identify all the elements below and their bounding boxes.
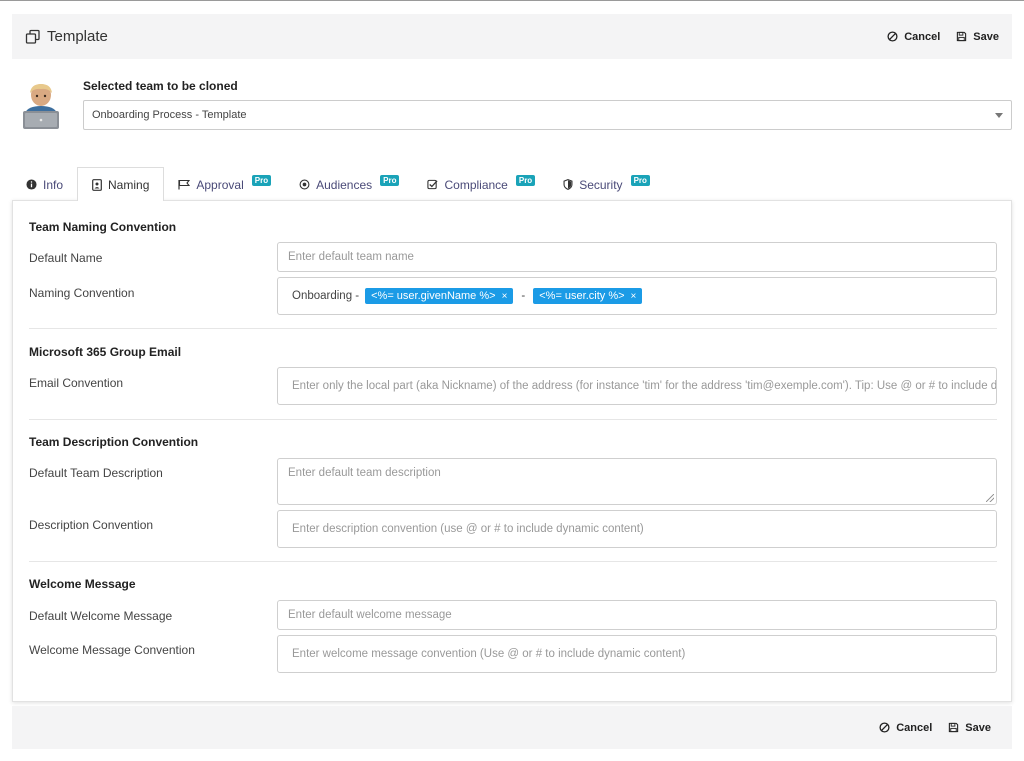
footer-cancel-label: Cancel bbox=[896, 721, 933, 734]
checkbox-icon bbox=[427, 179, 439, 190]
email-convention-label: Email Convention bbox=[29, 376, 124, 390]
convention-prefix: Onboarding - bbox=[292, 290, 360, 302]
default-welcome-label: Default Welcome Message bbox=[29, 609, 173, 623]
tab-audiences[interactable]: Audiences Pro bbox=[285, 168, 413, 201]
section-divider bbox=[29, 328, 997, 329]
section-title-description: Team Description Convention bbox=[29, 435, 199, 449]
team-selector-row: Selected team to be cloned Onboarding Pr… bbox=[20, 78, 1012, 130]
page-title: Template bbox=[47, 28, 108, 45]
section-divider bbox=[29, 419, 997, 420]
save-label: Save bbox=[973, 30, 999, 43]
remove-token-icon[interactable]: × bbox=[631, 291, 637, 302]
tab-approval-label: Approval bbox=[196, 177, 244, 192]
footer-actions: Cancel Save bbox=[879, 722, 991, 734]
chevron-down-icon bbox=[995, 112, 1003, 118]
tab-audiences-label: Audiences bbox=[316, 177, 373, 192]
section-title-email: Microsoft 365 Group Email bbox=[29, 345, 182, 359]
team-select-value: Onboarding Process - Template bbox=[92, 109, 247, 121]
target-icon bbox=[299, 179, 310, 190]
save-icon bbox=[956, 31, 967, 42]
tab-security[interactable]: Security Pro bbox=[549, 168, 664, 201]
header-actions: Cancel Save bbox=[887, 31, 999, 43]
footer-save-button[interactable]: Save bbox=[948, 722, 991, 734]
email-convention-placeholder: Enter only the local part (aka Nickname)… bbox=[292, 380, 997, 392]
welcome-convention-placeholder: Enter welcome message convention (Use @ … bbox=[292, 648, 686, 660]
section-title-welcome: Welcome Message bbox=[29, 577, 136, 591]
default-description-label: Default Team Description bbox=[29, 466, 163, 480]
tab-naming[interactable]: Naming bbox=[77, 167, 165, 201]
flag-icon bbox=[178, 179, 191, 190]
description-convention-label: Description Convention bbox=[29, 518, 154, 532]
footer-save-label: Save bbox=[965, 721, 991, 734]
section-divider bbox=[29, 561, 997, 562]
remove-token-icon[interactable]: × bbox=[502, 291, 508, 302]
naming-panel: Team Naming Convention Default Name Ente… bbox=[12, 200, 1012, 702]
tab-security-label: Security bbox=[579, 177, 623, 192]
tab-info-label: Info bbox=[43, 177, 64, 192]
id-badge-icon bbox=[92, 178, 102, 191]
page-footer: Cancel Save bbox=[12, 706, 1012, 749]
save-button[interactable]: Save bbox=[956, 31, 999, 43]
info-circle-icon bbox=[26, 179, 37, 190]
naming-convention-input[interactable]: Onboarding - <%= user.givenName %> × - <… bbox=[277, 277, 997, 315]
token-chip-given-name: <%= user.givenName %> × bbox=[365, 288, 514, 304]
default-description-placeholder: Enter default team description bbox=[288, 467, 441, 479]
shield-icon bbox=[563, 179, 573, 190]
cancel-label: Cancel bbox=[904, 30, 941, 43]
pro-badge: Pro bbox=[251, 175, 272, 186]
cancel-icon bbox=[879, 722, 890, 733]
description-convention-placeholder: Enter description convention (use @ or #… bbox=[292, 523, 644, 535]
tab-naming-label: Naming bbox=[108, 177, 150, 192]
tab-approval[interactable]: Approval Pro bbox=[164, 168, 285, 201]
default-name-input[interactable]: Enter default team name bbox=[277, 242, 997, 272]
tab-compliance-label: Compliance bbox=[444, 177, 508, 192]
page-title-group: Template bbox=[25, 28, 108, 45]
tab-compliance[interactable]: Compliance Pro bbox=[413, 168, 549, 201]
pro-badge: Pro bbox=[630, 175, 650, 186]
welcome-convention-input[interactable]: Enter welcome message convention (Use @ … bbox=[277, 635, 997, 673]
section-title-naming: Team Naming Convention bbox=[29, 220, 177, 234]
tab-info[interactable]: Info bbox=[12, 168, 77, 201]
team-select-label: Selected team to be cloned bbox=[83, 79, 238, 93]
footer-cancel-button[interactable]: Cancel bbox=[879, 722, 932, 734]
email-convention-input[interactable]: Enter only the local part (aka Nickname)… bbox=[277, 367, 997, 405]
resize-handle-icon[interactable] bbox=[986, 494, 994, 502]
welcome-convention-label: Welcome Message Convention bbox=[29, 643, 195, 657]
tab-bar: Info Naming Approval Pro Audiences Pro C… bbox=[12, 167, 1012, 201]
default-description-textarea[interactable]: Enter default team description bbox=[277, 458, 997, 505]
token-chip-text: <%= user.city %> bbox=[539, 290, 625, 302]
token-chip-city: <%= user.city %> × bbox=[533, 288, 643, 304]
default-name-label: Default Name bbox=[29, 251, 103, 265]
convention-separator: - bbox=[521, 290, 526, 302]
token-chip-text: <%= user.givenName %> bbox=[371, 290, 496, 302]
pro-badge: Pro bbox=[380, 175, 400, 186]
save-icon bbox=[948, 722, 959, 733]
pro-badge: Pro bbox=[515, 175, 536, 186]
page-header: Template Cancel Save bbox=[12, 14, 1012, 59]
avatar bbox=[20, 81, 62, 129]
top-border bbox=[0, 0, 1024, 1]
default-name-placeholder: Enter default team name bbox=[288, 251, 414, 263]
cancel-button[interactable]: Cancel bbox=[887, 31, 940, 43]
default-welcome-placeholder: Enter default welcome message bbox=[288, 609, 452, 621]
description-convention-input[interactable]: Enter description convention (use @ or #… bbox=[277, 510, 997, 548]
cancel-icon bbox=[887, 31, 898, 42]
team-select-dropdown[interactable]: Onboarding Process - Template bbox=[83, 100, 1012, 130]
clone-icon bbox=[25, 29, 41, 45]
default-welcome-input[interactable]: Enter default welcome message bbox=[277, 600, 997, 630]
naming-convention-label: Naming Convention bbox=[29, 286, 135, 300]
